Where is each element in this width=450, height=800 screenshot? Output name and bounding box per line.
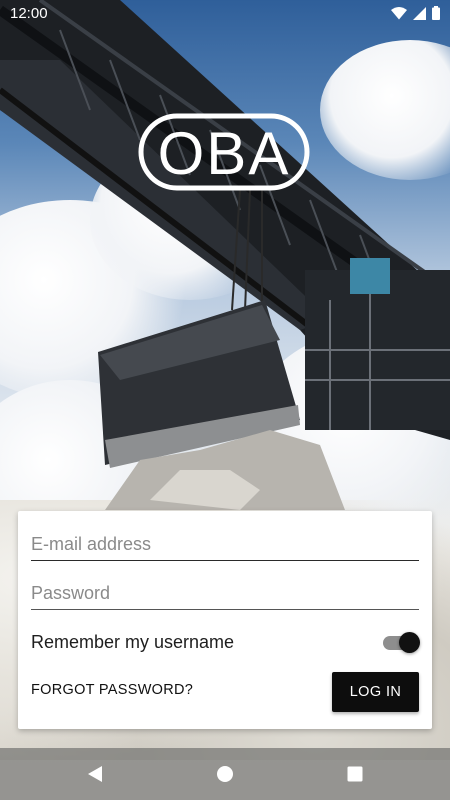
remember-toggle[interactable] (381, 630, 420, 654)
login-button[interactable]: LOG IN (332, 672, 419, 712)
status-icons (391, 6, 440, 20)
status-time: 12:00 (10, 4, 48, 22)
recents-icon (347, 766, 363, 782)
back-button[interactable] (83, 762, 107, 786)
remember-label: Remember my username (31, 631, 235, 652)
home-icon (217, 766, 233, 782)
status-bar: 12:00 (0, 0, 450, 26)
navigation-bar (0, 748, 450, 800)
remember-row: Remember my username (31, 628, 420, 656)
login-card: Remember my username FORGOT PASSWORD? LO… (18, 511, 432, 729)
cellular-signal-icon (413, 6, 426, 20)
forgot-password-link[interactable]: FORGOT PASSWORD? (31, 682, 193, 698)
back-icon (88, 766, 102, 782)
password-field-container (31, 572, 419, 610)
toggle-thumb (399, 632, 420, 653)
password-field[interactable] (31, 572, 419, 609)
email-field[interactable] (31, 523, 419, 560)
wifi-icon (391, 6, 407, 19)
home-button[interactable] (213, 762, 237, 786)
oba-logo: OBA (138, 113, 310, 191)
recents-button[interactable] (343, 762, 367, 786)
email-field-container (31, 523, 419, 561)
logo-text: OBA (158, 120, 291, 187)
battery-icon (432, 6, 440, 20)
